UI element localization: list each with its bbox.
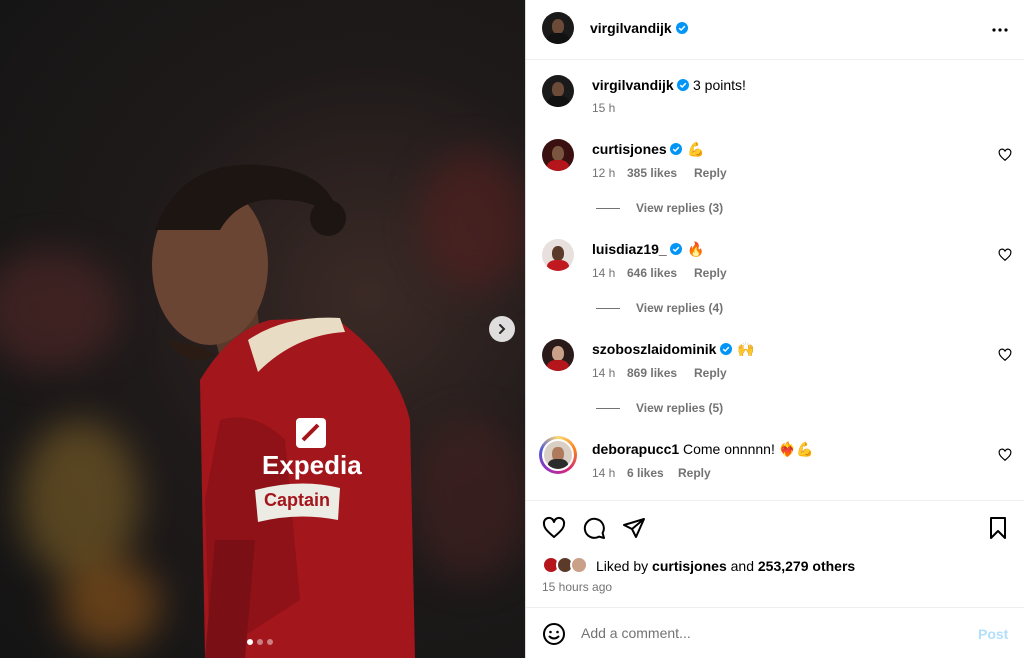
carousel-dot <box>257 639 263 645</box>
comment-time: 14 h <box>592 466 616 480</box>
comment-text: 🙌 <box>737 341 755 357</box>
comment-time: 12 h <box>592 166 616 180</box>
heart-icon[interactable] <box>998 248 1012 262</box>
reply-button[interactable]: Reply <box>694 366 727 380</box>
heart-icon[interactable] <box>998 148 1012 162</box>
verified-icon <box>670 143 682 155</box>
comment-icon[interactable] <box>582 516 606 540</box>
reply-button[interactable]: Reply <box>678 466 711 480</box>
avatar[interactable] <box>542 339 574 371</box>
comment-username[interactable]: luisdiaz19_ <box>592 241 667 257</box>
view-replies-button[interactable]: View replies (3) <box>636 201 723 215</box>
reply-button[interactable]: Reply <box>694 166 727 180</box>
view-replies-button[interactable]: View replies (4) <box>636 301 723 315</box>
caption-time: 15 h <box>592 101 616 115</box>
carousel-dot <box>247 639 253 645</box>
view-replies-line <box>596 208 620 209</box>
player-figure <box>152 164 415 658</box>
comment-text: Come onnnnn! ❤️‍🔥💪 <box>683 441 814 457</box>
carousel-dot <box>267 639 273 645</box>
post-photo: Expedia Captain <box>0 0 525 658</box>
chevron-right-icon <box>499 324 506 334</box>
comment-input[interactable] <box>581 621 961 645</box>
avatar[interactable] <box>542 75 574 107</box>
post-header: virgilvandijk <box>526 0 1024 60</box>
comment-text: 💪 <box>687 141 705 157</box>
avatar[interactable] <box>542 139 574 171</box>
liked-by-text: Liked by curtisjones and 253,279 others <box>596 558 856 574</box>
liked-by-others[interactable]: 253,279 others <box>758 558 855 574</box>
reply-button[interactable]: Reply <box>694 266 727 280</box>
avatar[interactable] <box>542 239 574 271</box>
heart-icon[interactable] <box>998 348 1012 362</box>
caption-username[interactable]: virgilvandijk <box>592 77 674 93</box>
more-options-icon[interactable] <box>988 18 1012 42</box>
verified-icon <box>677 79 689 91</box>
comment-text: 🔥 <box>687 241 705 257</box>
post-detail-panel: virgilvandijk virgilvandijk 3 points! 15… <box>526 0 1024 658</box>
comment-username[interactable]: deborapucc1 <box>592 441 679 457</box>
verified-icon <box>720 343 732 355</box>
carousel-indicator <box>247 639 273 645</box>
like-icon[interactable] <box>542 516 566 540</box>
view-replies-button[interactable]: View replies (5) <box>636 401 723 415</box>
view-replies-line <box>596 308 620 309</box>
post-button[interactable]: Post <box>978 626 1008 642</box>
verified-icon <box>670 243 682 255</box>
comment-likes[interactable]: 6 likes <box>627 466 664 480</box>
comment-likes[interactable]: 869 likes <box>627 366 677 380</box>
comment-username[interactable]: szoboszlaidominik <box>592 341 716 357</box>
save-icon[interactable] <box>986 516 1010 540</box>
liked-by-user[interactable]: curtisjones <box>652 558 727 574</box>
emoji-icon[interactable] <box>542 622 566 646</box>
comment-likes[interactable]: 385 likes <box>627 166 677 180</box>
view-replies-line <box>596 408 620 409</box>
comment-bar: Post <box>526 607 1024 658</box>
caption-text: 3 points! <box>693 77 746 93</box>
carousel-next-button[interactable] <box>489 316 515 342</box>
sponsor-text: Expedia <box>262 450 362 480</box>
header-username[interactable]: virgilvandijk <box>590 20 672 36</box>
verified-icon <box>676 22 688 34</box>
comment-time: 14 h <box>592 266 616 280</box>
armband-text: Captain <box>264 490 331 510</box>
avatar <box>570 556 588 574</box>
comment-likes[interactable]: 646 likes <box>627 266 677 280</box>
comment-time: 14 h <box>592 366 616 380</box>
post-timestamp: 15 hours ago <box>542 580 613 594</box>
avatar[interactable] <box>542 439 574 471</box>
avatar[interactable] <box>542 12 574 44</box>
heart-icon[interactable] <box>998 448 1012 462</box>
share-icon[interactable] <box>622 516 646 540</box>
comment-username[interactable]: curtisjones <box>592 141 667 157</box>
post-actions: Liked by curtisjones and 253,279 others … <box>526 500 1024 608</box>
